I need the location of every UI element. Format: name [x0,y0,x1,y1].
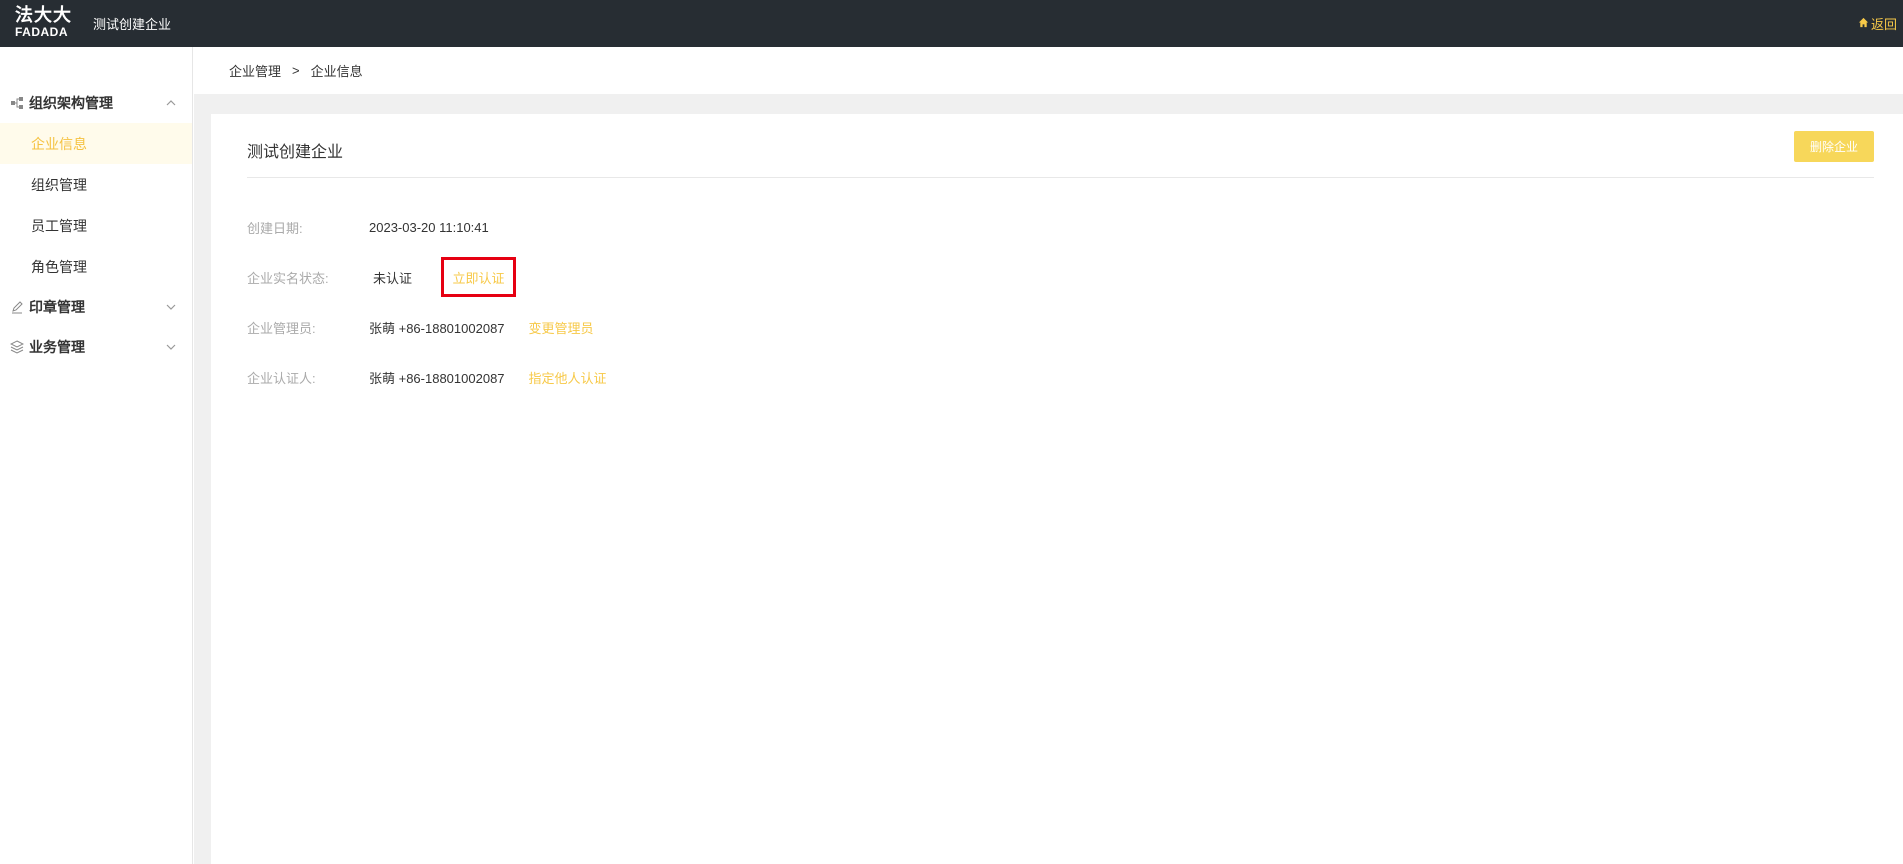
home-icon [1858,16,1869,31]
status-value: 未认证 [373,270,413,286]
certify-now-label: 立即认证 [452,270,505,286]
pen-icon [9,300,24,315]
created-date-label: 创建日期: [247,220,303,236]
sidebar-item-label: 企业信息 [31,135,87,152]
breadcrumb-current: 企业信息 [310,64,363,79]
delete-company-button[interactable]: 删除企业 [1794,131,1874,162]
admin-label: 企业管理员: [247,320,316,336]
certifier-label: 企业认证人: [247,370,316,386]
logo-cn-text: 法大大 [15,5,72,25]
sidebar-item-staff-manage[interactable]: 员工管理 [0,205,192,246]
sidebar-item-label: 角色管理 [31,258,87,275]
sidebar-group-label: 印章管理 [29,299,85,315]
chevron-down-icon [166,344,176,350]
sidebar-group-label: 业务管理 [29,339,85,355]
status-row: 企业实名状态: 未认证 [247,267,412,287]
sidebar-group-business[interactable]: 业务管理 [0,327,192,367]
back-label: 返回 [1870,17,1897,32]
company-info-card: 测试创建企业 删除企业 创建日期: 2023-03-20 11:10:41 企业… [211,114,1903,864]
breadcrumb: 企业管理 > 企业信息 [194,47,1903,94]
sidebar-item-label: 组织管理 [31,176,87,193]
created-date-row: 创建日期: 2023-03-20 11:10:41 [247,217,489,237]
sidebar-item-label: 员工管理 [31,217,87,234]
page-title: 测试创建企业 [247,144,344,161]
back-link[interactable]: 返回 [1858,14,1897,33]
fadada-logo[interactable]: 法大大 FADADA [15,5,78,41]
change-admin-link[interactable]: 变更管理员 [529,318,594,337]
certifier-row: 企业认证人: 张萌 +86-18801002087 指定他人认证 [247,367,607,387]
breadcrumb-separator: > [292,63,300,78]
admin-value: 张萌 +86-18801002087 [369,320,505,336]
org-tree-icon [9,96,24,111]
certifier-value: 张萌 +86-18801002087 [369,370,505,386]
app-title: 测试创建企业 [93,17,172,32]
chevron-up-icon [166,100,176,106]
sidebar-item-role-manage[interactable]: 角色管理 [0,246,192,287]
sidebar-item-org-manage[interactable]: 组织管理 [0,164,192,205]
chevron-down-icon [166,304,176,310]
admin-row: 企业管理员: 张萌 +86-18801002087 变更管理员 [247,317,594,337]
sidebar-group-label: 组织架构管理 [29,95,113,111]
top-bar: 法大大 FADADA 测试创建企业 返回 [0,0,1903,47]
breadcrumb-root[interactable]: 企业管理 [229,61,281,80]
layers-icon [9,340,24,355]
certify-now-link[interactable]: 立即认证 [441,257,516,297]
sidebar-group-org[interactable]: 组织架构管理 [0,83,192,123]
status-label: 企业实名状态: [247,270,329,286]
sidebar: 组织架构管理 企业信息 组织管理 员工管理 角色管理 印章管理 业务管理 [0,47,193,864]
sidebar-item-company-info[interactable]: 企业信息 [0,123,192,164]
divider [247,177,1874,178]
logo-en-text: FADADA [15,25,68,39]
assign-certifier-link[interactable]: 指定他人认证 [529,368,607,387]
sidebar-group-seal[interactable]: 印章管理 [0,287,192,327]
created-date-value: 2023-03-20 11:10:41 [369,219,489,235]
